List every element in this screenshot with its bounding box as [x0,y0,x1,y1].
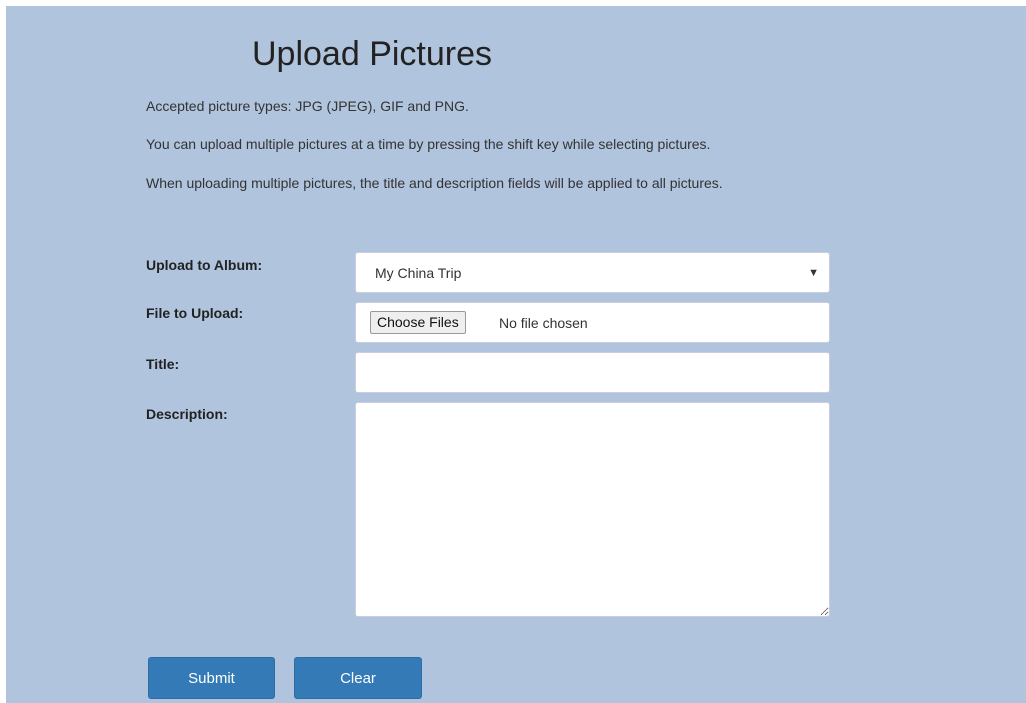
album-label: Upload to Album: [146,257,263,273]
multiple-upload-text: You can upload multiple pictures at a ti… [146,136,711,152]
description-textarea[interactable] [355,402,830,617]
page-title: Upload Pictures [252,35,493,73]
title-input[interactable] [355,352,830,393]
description-label: Description: [146,406,228,422]
file-label: File to Upload: [146,305,244,321]
album-selected-value: My China Trip [375,265,462,281]
file-status-text: No file chosen [499,315,588,331]
clear-button[interactable]: Clear [294,657,422,699]
upload-panel: Upload Pictures Accepted picture types: … [6,6,1026,703]
dropdown-arrow-icon: ▼ [808,267,819,279]
title-label: Title: [146,356,180,372]
choose-files-button[interactable]: Choose Files [370,311,466,334]
album-select[interactable]: My China Trip ▼ [355,252,830,293]
shared-fields-text: When uploading multiple pictures, the ti… [146,175,723,191]
accepted-types-text: Accepted picture types: JPG (JPEG), GIF … [146,98,469,114]
file-input[interactable]: Choose Files No file chosen [355,302,830,343]
submit-button[interactable]: Submit [148,657,275,699]
